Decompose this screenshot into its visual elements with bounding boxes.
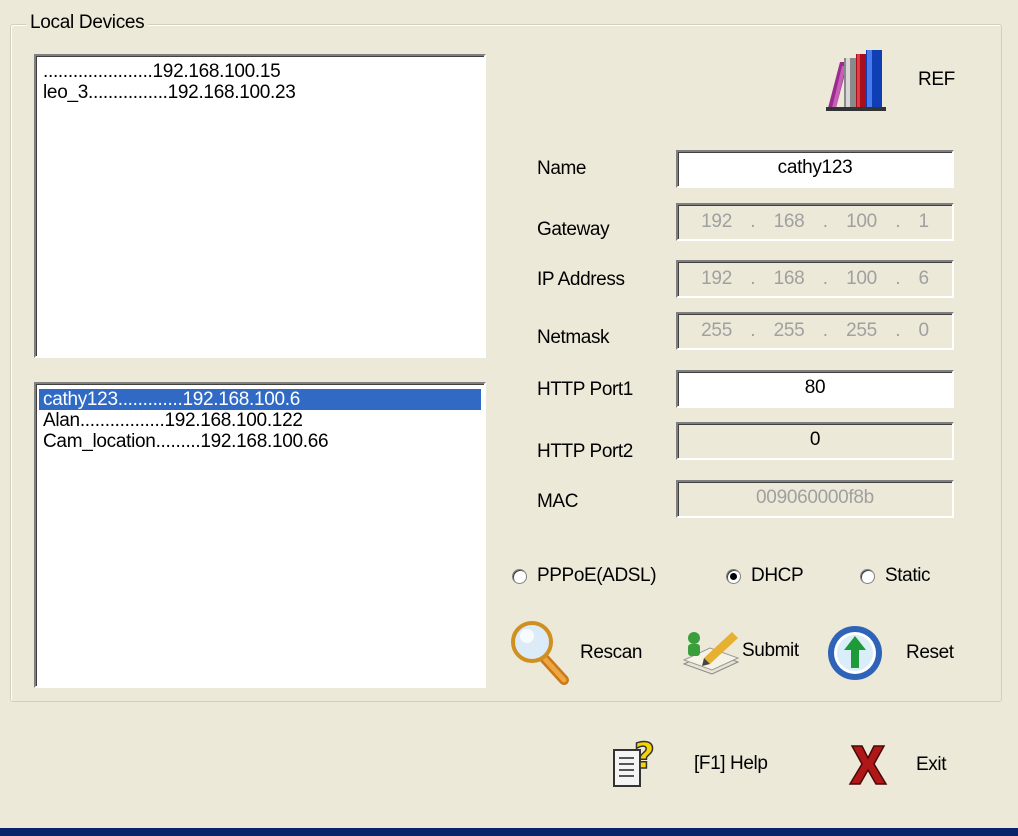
list-item[interactable]: Cam_location.........192.168.100.66 [39, 431, 481, 452]
submit-icon [682, 632, 740, 675]
http-port1-field[interactable]: 80 [676, 370, 954, 408]
help-label: [F1] Help [694, 753, 768, 774]
gateway-octet-3: 100 [846, 211, 877, 232]
help-icon: ? [613, 736, 656, 787]
submit-button[interactable]: Submit [680, 626, 799, 676]
name-label: Name [537, 158, 587, 179]
mac-label: MAC [537, 491, 579, 512]
radio-pppoe[interactable]: PPPoE(ADSL) [512, 565, 657, 587]
gateway-octet-2: 168 [773, 211, 805, 232]
ip-octet-1: 192 [701, 268, 732, 289]
ip-octet-2: 168 [773, 268, 805, 289]
submit-label: Submit [742, 640, 799, 661]
list-item[interactable]: leo_3................192.168.100.23 [39, 82, 481, 103]
ip-address-field[interactable]: 192. 168. 100. 6 [676, 260, 954, 298]
radio-pppoe-label: PPPoE(ADSL) [537, 565, 657, 586]
list-item[interactable]: Alan.................192.168.100.122 [39, 410, 481, 431]
gateway-label: Gateway [537, 219, 610, 240]
bottom-bar [0, 828, 1018, 836]
radio-static-circle [860, 568, 875, 584]
rescan-label: Rescan [580, 642, 643, 663]
http-port2-field[interactable]: 0 [676, 422, 954, 460]
exit-label: Exit [916, 754, 947, 775]
radio-dhcp-circle [726, 568, 741, 584]
http-port1-label: HTTP Port1 [537, 379, 633, 400]
netmask-field[interactable]: 255. 255. 255. 0 [676, 312, 954, 350]
netmask-label: Netmask [537, 327, 610, 348]
gateway-field[interactable]: 192. 168. 100. 1 [676, 203, 954, 241]
http-port2-label: HTTP Port2 [537, 441, 633, 462]
gateway-octet-1: 192 [701, 211, 732, 232]
list-item-selected[interactable]: cathy123.............192.168.100.6 [39, 389, 481, 410]
reset-button[interactable]: Reset [826, 624, 954, 682]
mac-field[interactable]: 009060000f8b [676, 480, 954, 518]
ip-address-label: IP Address [537, 269, 625, 290]
radio-pppoe-circle [512, 568, 527, 584]
magnifier-icon [511, 621, 569, 685]
list-item[interactable]: ......................192.168.100.15 [39, 61, 481, 82]
radio-dhcp[interactable]: DHCP [726, 565, 804, 587]
radio-dhcp-label: DHCP [751, 565, 804, 586]
group-title: Local Devices [26, 12, 149, 34]
name-field[interactable]: cathy123 [676, 150, 954, 188]
ip-octet-4: 6 [918, 268, 930, 289]
gateway-octet-4: 1 [918, 211, 930, 232]
help-button[interactable]: ? [F1] Help [612, 736, 768, 792]
books-icon [826, 50, 886, 111]
ref-button[interactable]: REF [826, 48, 955, 112]
netmask-octet-1: 255 [701, 320, 732, 341]
arrow-up-icon [828, 626, 882, 680]
netmask-octet-3: 255 [846, 320, 877, 341]
ip-octet-3: 100 [846, 268, 877, 289]
reset-label: Reset [906, 642, 954, 663]
rescan-button[interactable]: Rescan [510, 620, 642, 686]
svg-text:?: ? [634, 736, 655, 777]
ref-label: REF [918, 69, 955, 90]
lower-device-list[interactable]: cathy123.............192.168.100.6 Alan..… [34, 382, 486, 688]
close-icon [848, 745, 888, 785]
radio-static[interactable]: Static [860, 565, 931, 587]
exit-button[interactable]: Exit [848, 742, 946, 788]
radio-static-label: Static [885, 565, 931, 586]
netmask-octet-2: 255 [773, 320, 805, 341]
upper-device-list[interactable]: ......................192.168.100.15 leo_… [34, 54, 486, 358]
netmask-octet-4: 0 [918, 320, 930, 341]
